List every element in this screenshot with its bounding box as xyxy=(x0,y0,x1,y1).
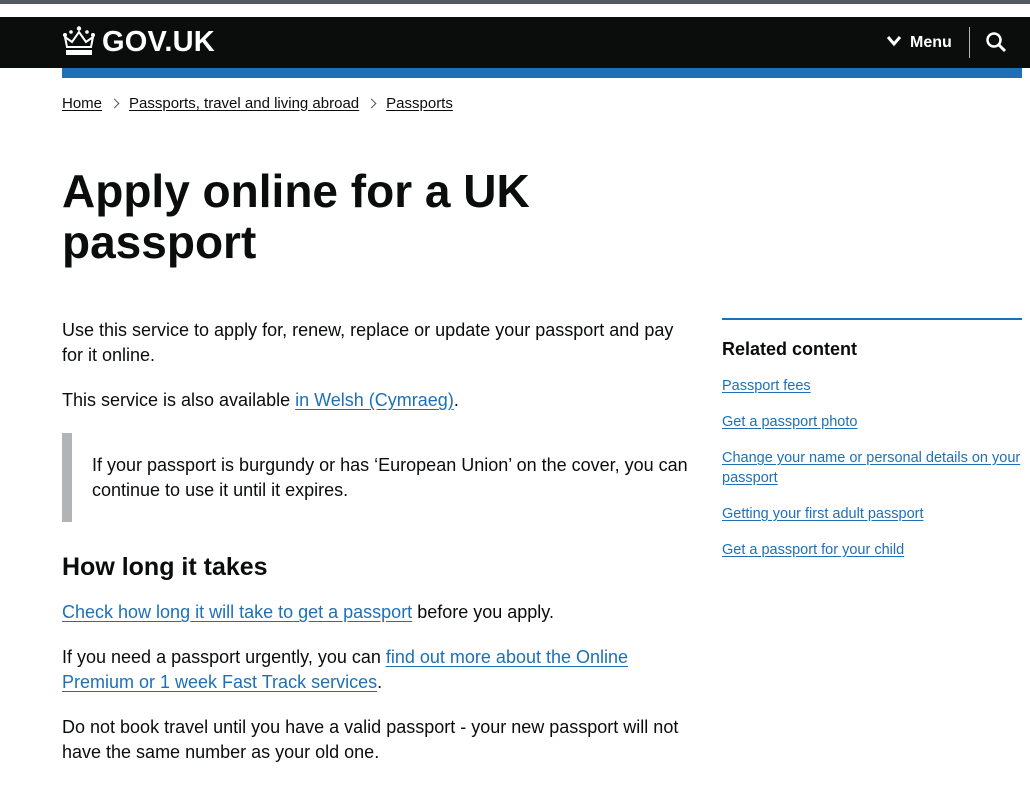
related-link-passport-fees[interactable]: Passport fees xyxy=(722,378,811,394)
breadcrumb-home[interactable]: Home xyxy=(62,95,102,112)
menu-button[interactable]: Menu xyxy=(886,31,952,55)
accent-bar xyxy=(62,68,1022,78)
header-divider xyxy=(969,27,970,58)
inset-paragraph: If your passport is burgundy or has ‘Eur… xyxy=(92,455,688,500)
list-item: Get a passport for your child xyxy=(722,540,1022,560)
related-content: Related content Passport fees Get a pass… xyxy=(722,318,1022,576)
welsh-prefix: This service is also available xyxy=(62,390,296,410)
welsh-paragraph: This service is also available in Welsh … xyxy=(62,388,692,413)
main-content: Use this service to apply for, renew, re… xyxy=(62,318,692,785)
breadcrumb-passports[interactable]: Passports xyxy=(386,95,453,112)
breadcrumb-travel[interactable]: Passports, travel and living abroad xyxy=(129,95,359,112)
site-header: GOV.UK Menu xyxy=(0,17,1030,68)
menu-label: Menu xyxy=(910,34,952,51)
breadcrumb: Home Passports, travel and living abroad… xyxy=(62,93,453,113)
search-button[interactable] xyxy=(985,31,1009,55)
crown-icon xyxy=(62,25,102,60)
list-item: Passport fees xyxy=(722,376,1022,396)
chevron-right-icon xyxy=(109,98,120,108)
list-item: Getting your first adult passport xyxy=(722,504,1022,524)
page-title: Apply online for a UK passport xyxy=(62,165,530,268)
check-paragraph: Check how long it will take to get a pas… xyxy=(62,600,692,625)
urgent-paragraph: If you need a passport urgently, you can… xyxy=(62,645,692,695)
urgent-prefix: If you need a passport urgently, you can xyxy=(62,647,386,667)
chevron-right-icon xyxy=(366,98,377,108)
list-item: Get a passport photo xyxy=(722,412,1022,432)
related-link-child-passport[interactable]: Get a passport for your child xyxy=(722,542,904,558)
travel-note: Do not book travel until you have a vali… xyxy=(62,717,679,762)
list-item: Change your name or personal details on … xyxy=(722,448,1022,488)
welsh-suffix: . xyxy=(453,390,459,410)
welsh-link[interactable]: in Welsh (Cymraeg) xyxy=(295,390,454,410)
top-gap xyxy=(0,4,1030,17)
inset-text: If your passport is burgundy or has ‘Eur… xyxy=(62,433,692,522)
govuk-logo-link[interactable]: GOV.UK xyxy=(62,25,215,59)
logo-text: GOV.UK xyxy=(102,25,215,58)
chevron-down-icon xyxy=(886,34,910,52)
related-link-first-adult[interactable]: Getting your first adult passport xyxy=(722,506,924,522)
section-heading: How long it takes xyxy=(62,553,268,581)
related-link-passport-photo[interactable]: Get a passport photo xyxy=(722,414,857,430)
related-link-change-details[interactable]: Change your name or personal details on … xyxy=(722,450,1020,486)
check-suffix: before you apply. xyxy=(412,602,554,622)
check-time-link[interactable]: Check how long it will take to get a pas… xyxy=(62,602,412,622)
intro-text: Use this service to apply for, renew, re… xyxy=(62,320,674,365)
related-list: Passport fees Get a passport photo Chang… xyxy=(722,376,1022,560)
related-heading: Related content xyxy=(722,339,858,359)
search-icon xyxy=(985,32,1007,57)
urgent-suffix: . xyxy=(377,672,383,692)
